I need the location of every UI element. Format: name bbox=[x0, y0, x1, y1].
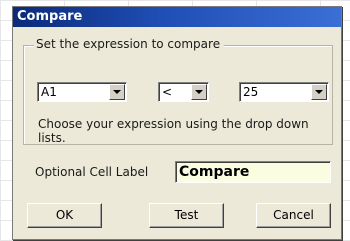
operator-value: < bbox=[162, 85, 173, 99]
chevron-down-icon bbox=[315, 90, 323, 94]
dialog-title: Compare bbox=[17, 9, 83, 24]
expression-hint-text: Choose your expression using the drop do… bbox=[38, 117, 309, 145]
chevron-down-icon bbox=[195, 90, 203, 94]
right-operand-dropdown[interactable]: 25 bbox=[239, 82, 329, 102]
chevron-down-icon bbox=[113, 90, 121, 94]
test-button[interactable]: Test bbox=[149, 203, 224, 228]
expression-groupbox: Set the expression to compare A1 < 25 Ch… bbox=[23, 37, 333, 145]
operator-dropdown[interactable]: < bbox=[158, 82, 209, 102]
operator-dropdown-button[interactable] bbox=[191, 84, 207, 100]
cancel-button[interactable]: Cancel bbox=[256, 203, 331, 228]
cell-label-input[interactable] bbox=[175, 161, 331, 183]
left-operand-dropdown-button[interactable] bbox=[109, 84, 125, 100]
ok-button[interactable]: OK bbox=[27, 203, 102, 228]
right-operand-value: 25 bbox=[243, 85, 259, 99]
compare-dialog: Compare Set the expression to compare A1… bbox=[12, 6, 342, 240]
dialog-title-bar[interactable]: Compare bbox=[13, 7, 341, 27]
cell-label-caption: Optional Cell Label bbox=[35, 165, 149, 179]
right-operand-dropdown-button[interactable] bbox=[311, 84, 327, 100]
left-operand-dropdown[interactable]: A1 bbox=[37, 82, 127, 102]
left-operand-value: A1 bbox=[41, 85, 57, 99]
expression-groupbox-legend: Set the expression to compare bbox=[34, 37, 225, 51]
